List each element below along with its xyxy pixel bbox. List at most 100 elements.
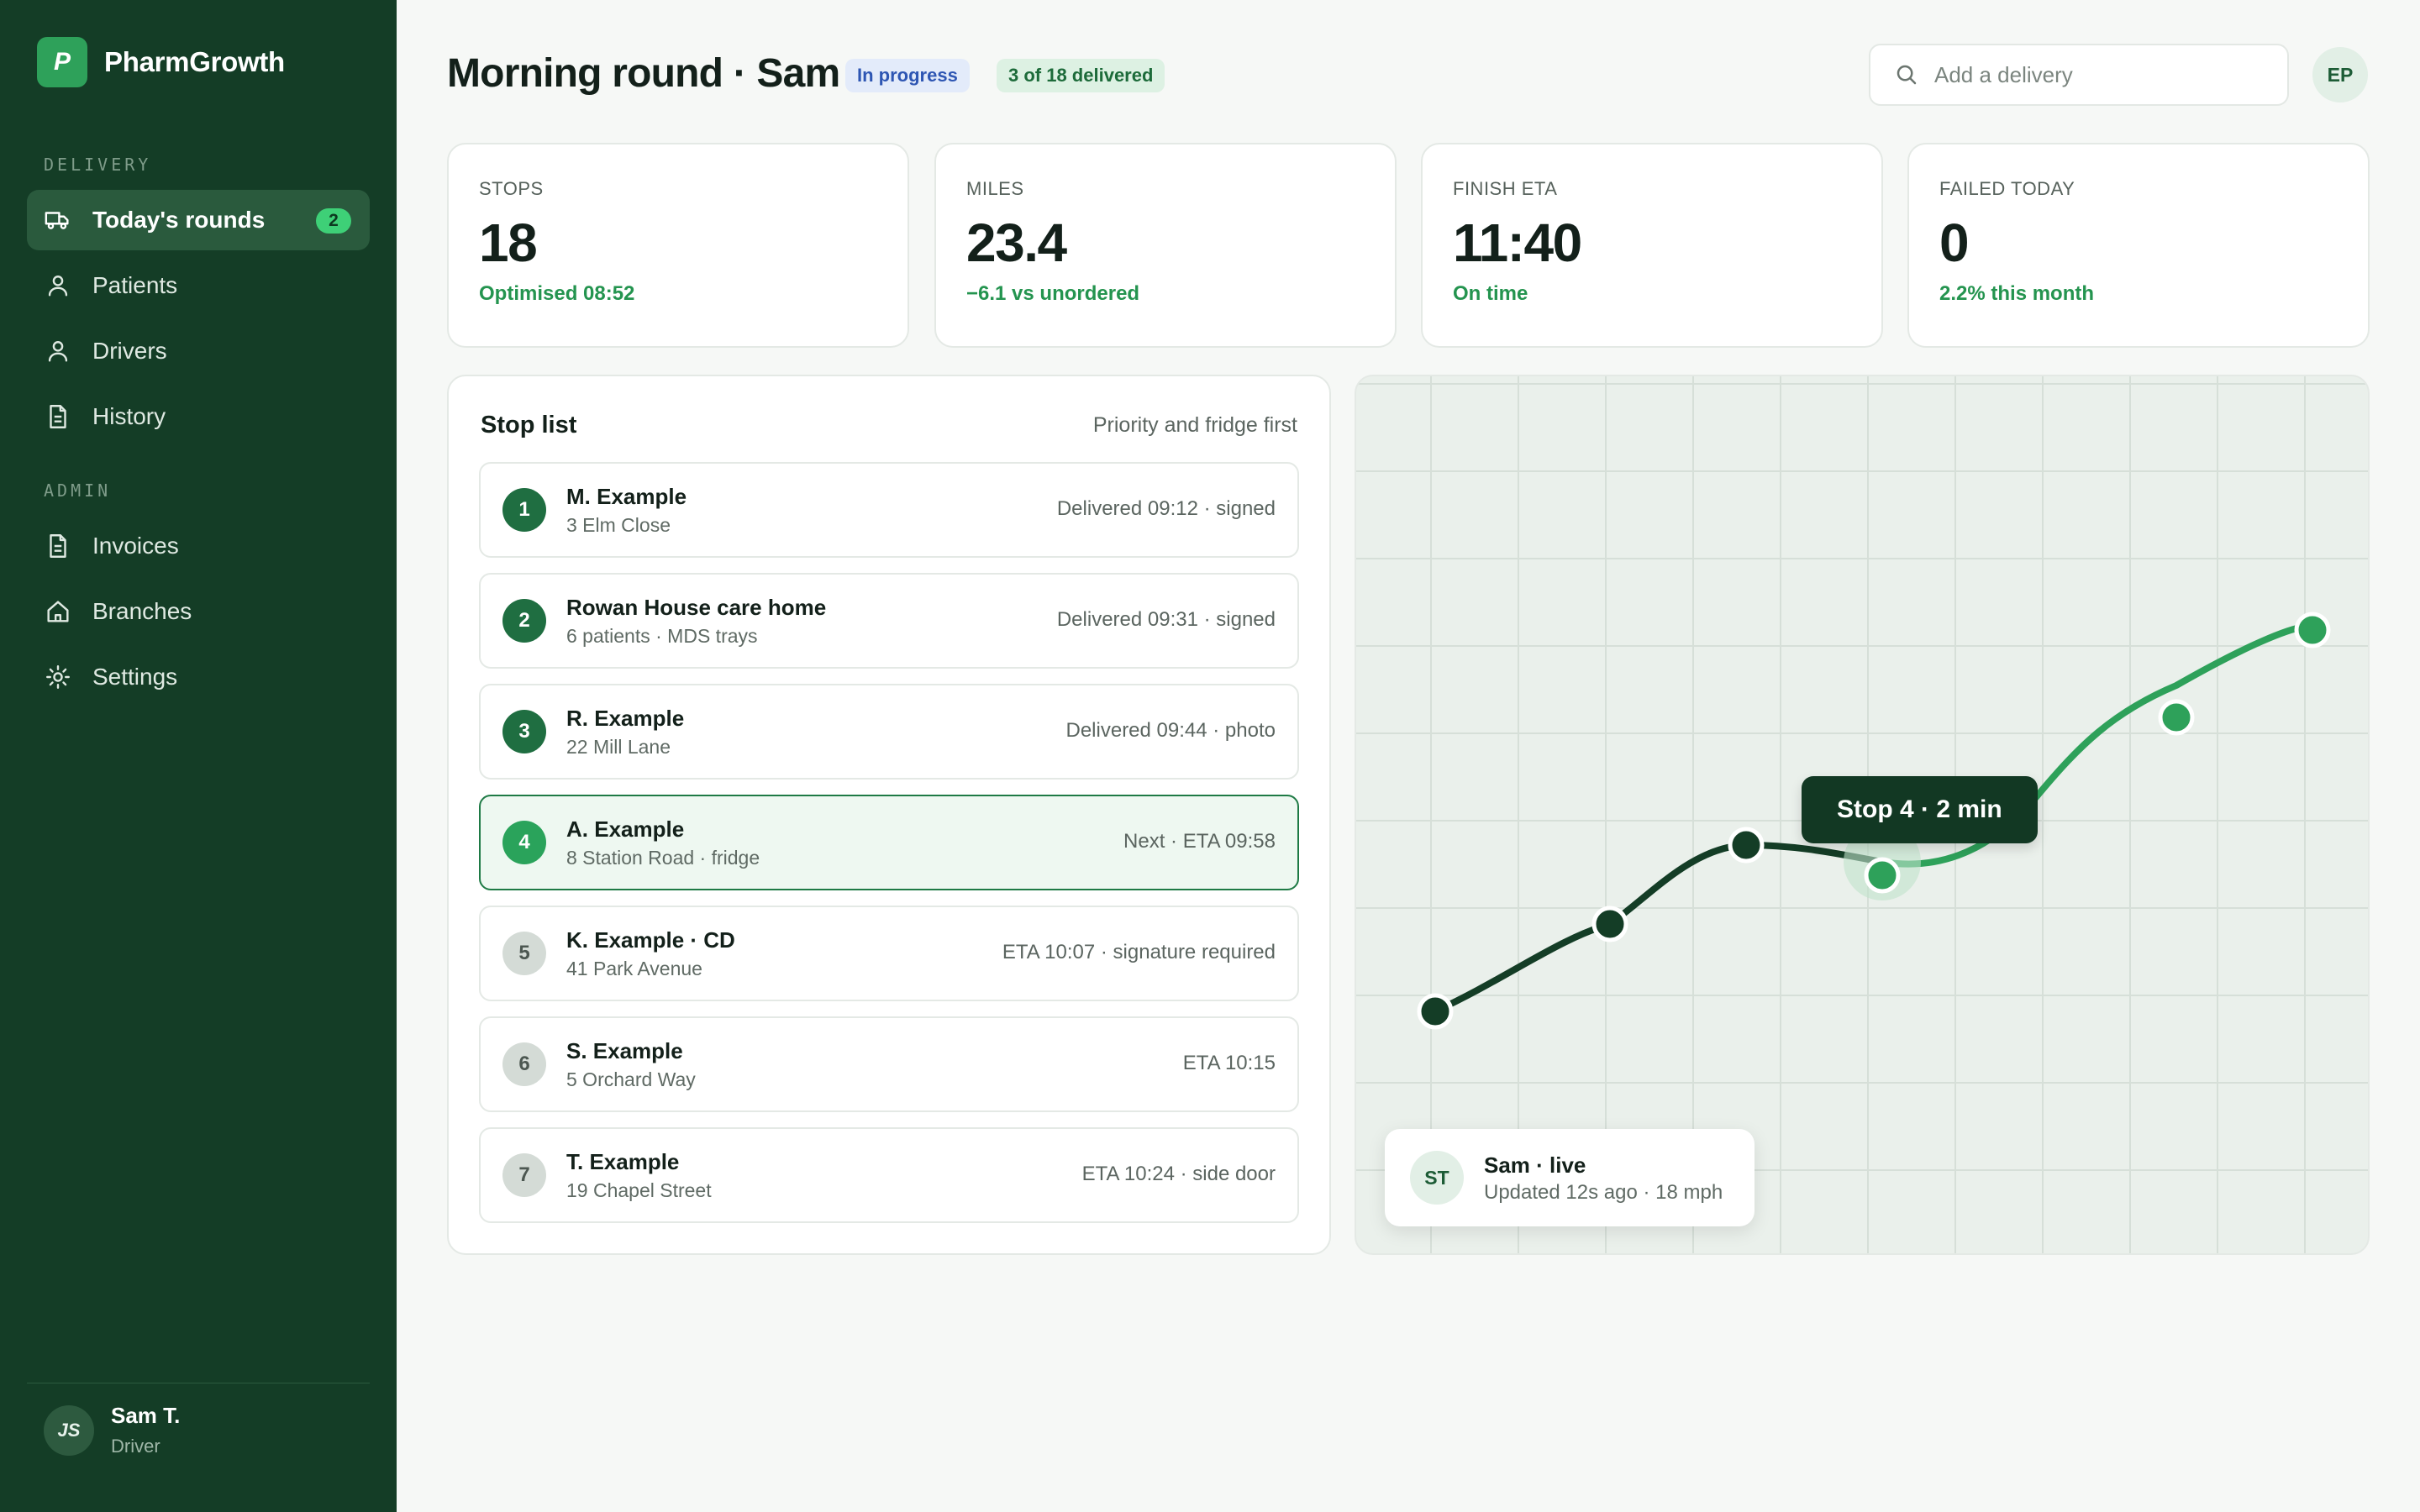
stop-status: Delivered 09:31 · signed [1056, 608, 1276, 631]
driver-live-card[interactable]: ST Sam · live Updated 12s ago · 18 mph [1385, 1129, 1754, 1226]
stop-status: ETA 10:24 · side door [1081, 1163, 1276, 1185]
stop-address: 5 Orchard Way [566, 1068, 696, 1090]
stat-card-failed-today: FAILED TODAY 0 2.2% this month [1907, 143, 2370, 348]
stop-row[interactable]: 5 K. Example · CD 41 Park Avenue ETA 10:… [479, 906, 1299, 1001]
brand-name: PharmGrowth [104, 46, 285, 77]
driver-name: Sam · live [1484, 1152, 1586, 1178]
current-user[interactable]: JS Sam T. Driver [44, 1403, 180, 1457]
sidebar-item-label: Branches [92, 598, 192, 624]
user-icon [48, 341, 68, 362]
stop-number: 2 [502, 599, 546, 643]
search-input[interactable] [1934, 61, 2270, 88]
user-role: Driver [111, 1436, 160, 1457]
stop-status: Next · ETA 09:58 [1123, 830, 1276, 853]
avatar[interactable]: EP [2312, 47, 2368, 102]
document-icon [50, 534, 66, 558]
stop-number: 3 [502, 710, 546, 753]
driver-meta: Updated 12s ago · 18 mph [1484, 1181, 1723, 1204]
stop-name: M. Example [566, 484, 687, 509]
stop-name: T. Example [566, 1149, 680, 1174]
sidebar: P PharmGrowth DELIVERY Today's rounds 2 … [0, 0, 397, 1512]
progress-badge: 3 of 18 delivered [997, 59, 1165, 92]
sidebar-item-branches[interactable]: Branches [27, 581, 370, 642]
sort-hint: Priority and fridge first [1092, 413, 1297, 437]
user-name: Sam T. [111, 1403, 181, 1428]
avatar: ST [1410, 1151, 1464, 1205]
stop-row[interactable]: 7 T. Example 19 Chapel Street ETA 10:24 … [479, 1127, 1299, 1223]
stop-number: 4 [502, 821, 546, 864]
page-title: Morning round · Sam [447, 51, 840, 96]
stop-address: 19 Chapel Street [566, 1179, 712, 1201]
route-stop-marker[interactable] [1728, 827, 1765, 864]
stop-number: 1 [502, 488, 546, 532]
search-icon [1897, 65, 1917, 85]
section-label-admin: ADMIN [44, 480, 112, 501]
sidebar-item-label: Drivers [92, 338, 167, 364]
truck-icon [45, 212, 69, 229]
panel-title: Stop list [481, 412, 577, 438]
stop-name: Rowan House care home [566, 595, 827, 620]
stop-address: 41 Park Avenue [566, 958, 702, 979]
sidebar-item-label: Invoices [92, 533, 179, 559]
stat-label: FINISH ETA [1453, 178, 1558, 199]
stat-value: 0 [1939, 213, 1970, 273]
route-stop-marker[interactable] [2158, 699, 2195, 736]
user-icon [48, 276, 68, 297]
stop-row[interactable]: 3 R. Example 22 Mill Lane Delivered 09:4… [479, 684, 1299, 780]
route-stop-marker-current[interactable] [1864, 857, 1901, 894]
sidebar-item-label: Settings [92, 664, 178, 690]
sidebar-item-history[interactable]: History [27, 386, 370, 447]
stop-number: 5 [502, 932, 546, 975]
stop-number: 7 [502, 1153, 546, 1197]
avatar: JS [44, 1404, 94, 1456]
stop-list-panel: Stop list Priority and fridge first 1 M.… [447, 375, 1331, 1255]
stat-value: 11:40 [1453, 213, 1582, 273]
search-box[interactable] [1869, 44, 2289, 106]
stop-row-current[interactable]: 4 A. Example 8 Station Road · fridge Nex… [479, 795, 1299, 890]
stop-name: S. Example [566, 1038, 683, 1063]
route-stop-marker[interactable] [1417, 993, 1454, 1030]
route-line-completed [1432, 841, 1886, 1015]
status-badge: In progress [845, 59, 970, 92]
stat-sub: Optimised 08:52 [479, 282, 635, 305]
stat-label: STOPS [479, 178, 544, 199]
stop-row[interactable]: 2 Rowan House care home 6 patients · MDS… [479, 573, 1299, 669]
sidebar-item-label: Today's rounds [92, 207, 266, 233]
stop-number: 6 [502, 1042, 546, 1086]
stat-card-miles: MILES 23.4 −6.1 vs unordered [934, 143, 1397, 348]
sidebar-item-label: History [92, 403, 166, 429]
stop-row[interactable]: 6 S. Example 5 Orchard Way ETA 10:15 [479, 1016, 1299, 1112]
sidebar-item-patients[interactable]: Patients [27, 255, 370, 316]
sidebar-item-todays-rounds[interactable]: Today's rounds 2 [27, 190, 370, 250]
brand-logo: P [37, 37, 87, 87]
stat-value: 23.4 [966, 213, 1067, 273]
route-stop-marker[interactable] [1591, 906, 1628, 942]
document-icon [50, 405, 66, 428]
stop-name: A. Example [566, 816, 685, 842]
section-label-delivery: DELIVERY [44, 155, 152, 175]
brand[interactable]: P PharmGrowth [37, 37, 285, 87]
stat-label: FAILED TODAY [1939, 178, 2075, 199]
sidebar-item-settings[interactable]: Settings [27, 647, 370, 707]
stat-sub: On time [1453, 282, 1528, 305]
stat-sub: 2.2% this month [1939, 282, 2095, 305]
stat-sub: −6.1 vs unordered [966, 282, 1140, 305]
stop-name: R. Example [566, 706, 685, 731]
sidebar-item-invoices[interactable]: Invoices [27, 516, 370, 576]
gear-icon [46, 665, 70, 689]
home-icon [47, 601, 69, 622]
stop-status: Delivered 09:44 · photo [1065, 719, 1276, 742]
stop-status: Delivered 09:12 · signed [1056, 497, 1276, 520]
stop-address: 22 Mill Lane [566, 736, 671, 758]
stop-address: 6 patients · MDS trays [566, 625, 758, 647]
route-map[interactable]: Stop 4 · 2 min ST Sam · live Updated 12s… [1355, 375, 2370, 1255]
stop-tooltip: Stop 4 · 2 min [1802, 776, 2038, 843]
route-stop-marker[interactable] [2294, 612, 2331, 648]
stop-name: K. Example · CD [566, 927, 735, 953]
rounds-count-badge: 2 [316, 208, 351, 234]
stat-value: 18 [479, 213, 538, 273]
stop-row[interactable]: 1 M. Example 3 Elm Close Delivered 09:12… [479, 462, 1299, 558]
sidebar-item-drivers[interactable]: Drivers [27, 321, 370, 381]
stop-status: ETA 10:07 · signature required [1002, 941, 1276, 963]
stat-card-finish-eta: FINISH ETA 11:40 On time [1421, 143, 1883, 348]
